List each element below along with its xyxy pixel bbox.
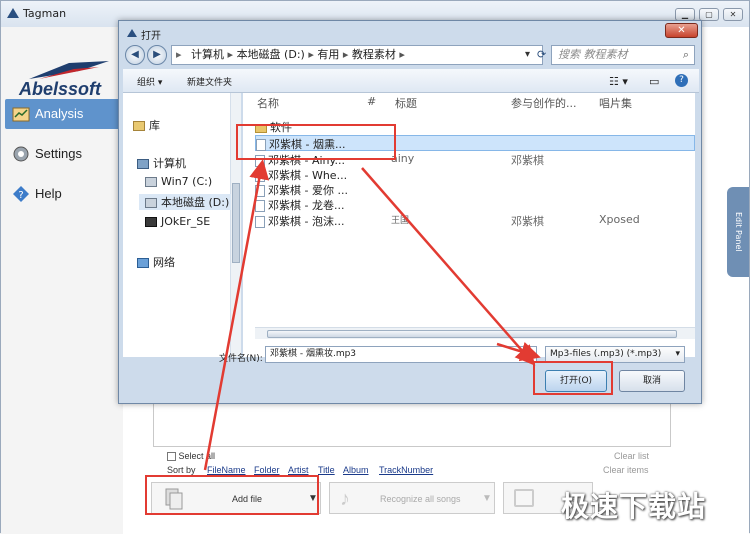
- arrow-to-file: [203, 159, 270, 471]
- arrow-to-open: [361, 167, 536, 366]
- annotation-arrows: [203, 159, 541, 471]
